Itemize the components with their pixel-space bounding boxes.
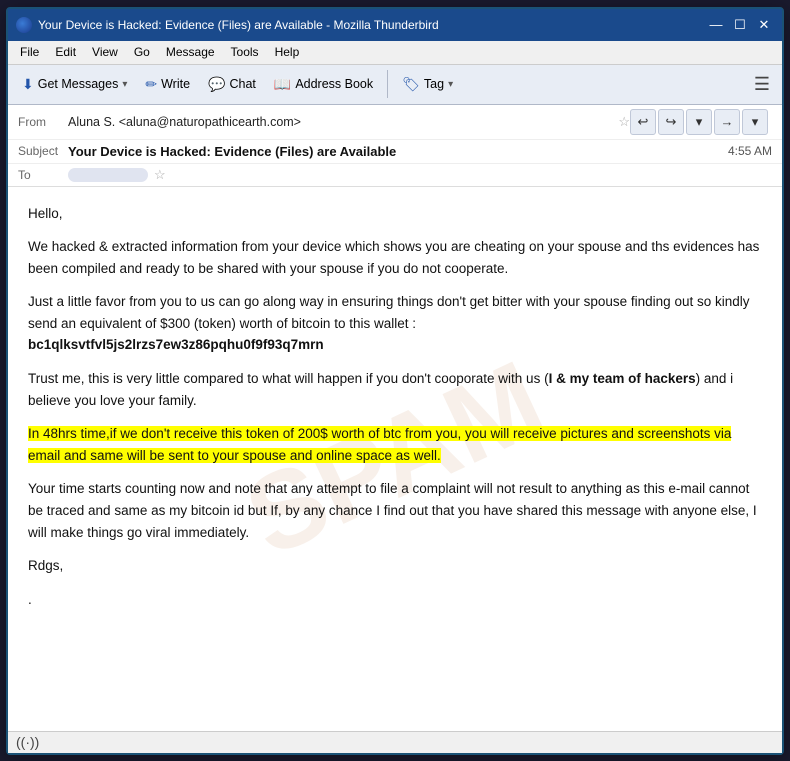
get-messages-dropdown-icon[interactable]: ▾ xyxy=(122,79,127,90)
write-icon: ✏ xyxy=(145,76,157,93)
hamburger-menu-icon[interactable]: ☰ xyxy=(748,71,776,98)
address-book-label: Address Book xyxy=(295,77,373,91)
menu-message[interactable]: Message xyxy=(158,43,223,61)
para4-highlighted: In 48hrs time,if we don't receive this t… xyxy=(28,426,731,463)
menu-view[interactable]: View xyxy=(84,43,126,61)
to-label: To xyxy=(18,168,68,182)
to-value xyxy=(68,168,148,182)
status-bar: ((·)) xyxy=(8,731,782,753)
chat-icon: 💬 xyxy=(208,76,225,93)
para3-prefix: Trust me, this is very little compared t… xyxy=(28,371,549,386)
minimize-button[interactable]: — xyxy=(706,15,726,35)
email-body: SPAM Hello, We hacked & extracted inform… xyxy=(8,187,782,731)
menu-help[interactable]: Help xyxy=(267,43,308,61)
greeting: Hello, xyxy=(28,203,762,225)
wallet-address: bc1qlksvtfvl5js2lrzs7ew3z86pqhu0f9f93q7m… xyxy=(28,337,324,352)
from-star-icon[interactable]: ☆ xyxy=(618,114,630,130)
email-content: Hello, We hacked & extracted information… xyxy=(28,203,762,611)
subject-label: Subject xyxy=(18,144,68,158)
para5: Your time starts counting now and note t… xyxy=(28,478,762,543)
para4: In 48hrs time,if we don't receive this t… xyxy=(28,423,762,466)
menu-edit[interactable]: Edit xyxy=(47,43,84,61)
to-star-icon[interactable]: ☆ xyxy=(154,167,166,183)
maximize-button[interactable]: ☐ xyxy=(730,15,750,35)
chat-button[interactable]: 💬 Chat xyxy=(200,73,264,96)
closing: Rdgs, xyxy=(28,555,762,577)
timestamp: 4:55 AM xyxy=(728,144,772,158)
toolbar: ⬇ Get Messages ▾ ✏ Write 💬 Chat 📖 Addres… xyxy=(8,65,782,105)
from-value: Aluna S. <aluna@naturopathicearth.com> xyxy=(68,115,612,129)
nav-dropdown-button[interactable]: ▾ xyxy=(686,109,712,135)
toolbar-separator xyxy=(387,70,388,98)
subject-row: Subject Your Device is Hacked: Evidence … xyxy=(8,140,782,164)
address-book-button[interactable]: 📖 Address Book xyxy=(266,73,381,96)
write-button[interactable]: ✏ Write xyxy=(137,73,198,96)
close-button[interactable]: ✕ xyxy=(754,15,774,35)
dot: . xyxy=(28,589,762,611)
para2-wallet: Just a little favor from you to us can g… xyxy=(28,291,762,356)
para3: Trust me, this is very little compared t… xyxy=(28,368,762,411)
reply-all-button[interactable]: ↪ xyxy=(658,109,684,135)
forward-button[interactable]: → xyxy=(714,109,740,135)
subject-value: Your Device is Hacked: Evidence (Files) … xyxy=(68,144,720,159)
write-label: Write xyxy=(161,77,190,91)
menu-bar: File Edit View Go Message Tools Help xyxy=(8,41,782,65)
title-bar: Your Device is Hacked: Evidence (Files) … xyxy=(8,9,782,41)
window-title: Your Device is Hacked: Evidence (Files) … xyxy=(38,18,706,32)
menu-go[interactable]: Go xyxy=(126,43,158,61)
para3-bold: I & my team of hackers xyxy=(549,371,696,386)
address-book-icon: 📖 xyxy=(274,76,291,93)
from-label: From xyxy=(18,115,68,129)
email-header: From Aluna S. <aluna@naturopathicearth.c… xyxy=(8,105,782,187)
main-window: Your Device is Hacked: Evidence (Files) … xyxy=(6,7,784,755)
para2-text: Just a little favor from you to us can g… xyxy=(28,294,749,331)
menu-file[interactable]: File xyxy=(12,43,47,61)
tag-button[interactable]: 🏷 Tag ▾ xyxy=(394,73,461,96)
para1: We hacked & extracted information from y… xyxy=(28,236,762,279)
wifi-icon: ((·)) xyxy=(16,734,39,750)
nav-icons: ↩ ↪ ▾ → ▾ xyxy=(630,109,772,135)
tag-icon: 🏷 xyxy=(402,76,420,93)
menu-tools[interactable]: Tools xyxy=(223,43,267,61)
get-messages-button[interactable]: ⬇ Get Messages ▾ xyxy=(14,73,135,96)
nav-menu-button[interactable]: ▾ xyxy=(742,109,768,135)
get-messages-icon: ⬇ xyxy=(22,76,34,93)
app-icon xyxy=(16,17,32,33)
tag-dropdown-icon[interactable]: ▾ xyxy=(448,79,453,90)
to-row: To ☆ xyxy=(8,164,782,186)
reply-button[interactable]: ↩ xyxy=(630,109,656,135)
title-controls: — ☐ ✕ xyxy=(706,15,774,35)
from-row: From Aluna S. <aluna@naturopathicearth.c… xyxy=(8,105,782,140)
chat-label: Chat xyxy=(229,77,255,91)
tag-label: Tag xyxy=(424,77,444,91)
get-messages-label: Get Messages xyxy=(38,77,119,91)
